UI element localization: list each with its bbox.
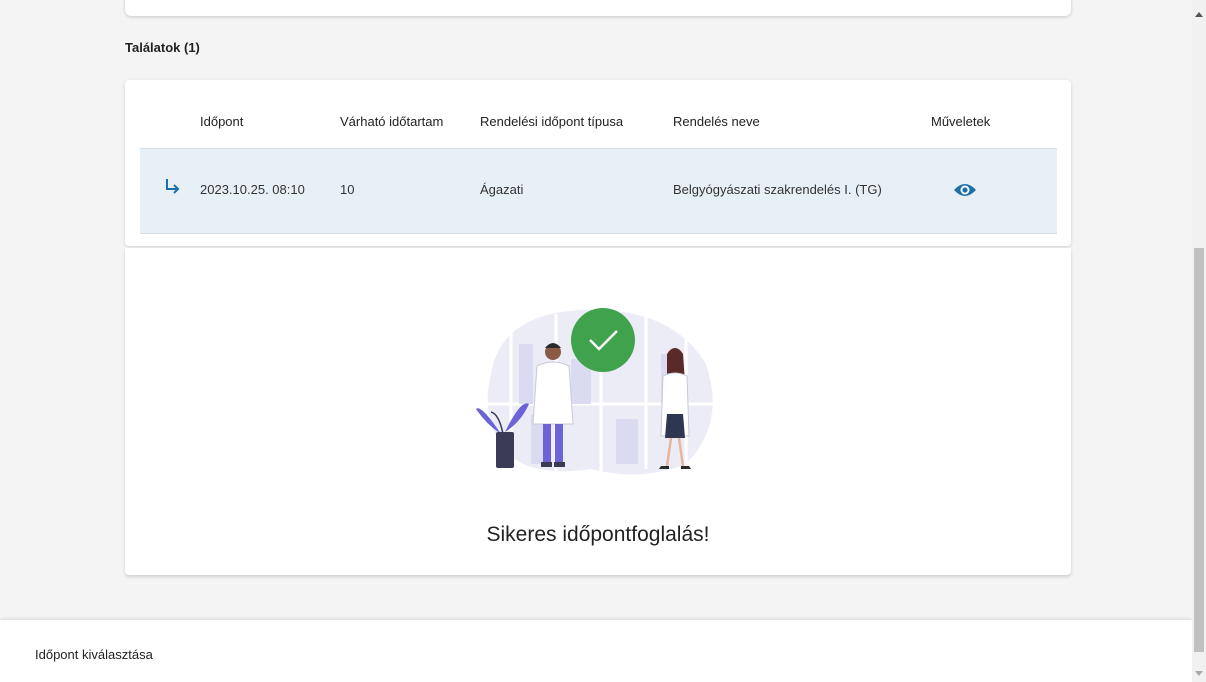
scroll-thumb[interactable]	[1194, 248, 1204, 652]
cell-type: Ágazati	[480, 182, 524, 197]
table-header: Időpont Várható időtartam Rendelési időp…	[125, 80, 1071, 148]
column-header-name: Rendelés neve	[673, 114, 760, 129]
previous-panel-card	[125, 0, 1071, 16]
column-header-duration: Várható időtartam	[340, 114, 444, 129]
results-title: Találatok (1)	[125, 40, 200, 55]
eye-icon[interactable]	[953, 181, 977, 199]
column-header-type: Rendelési időpont típusa	[480, 114, 624, 129]
step-footer: Időpont kiválasztása	[0, 620, 1192, 682]
column-header-actions: Műveletek	[931, 114, 991, 129]
success-message: Sikeres időpontfoglalás!	[486, 523, 710, 546]
vertical-scrollbar[interactable]	[1192, 0, 1206, 682]
table-row[interactable]: 2023.10.25. 08:10 10 Ágazati Belgyógyász…	[140, 148, 1057, 234]
subdirectory-arrow-icon	[166, 179, 180, 194]
scroll-up-arrow-icon[interactable]	[1195, 12, 1203, 17]
success-panel: Sikeres időpontfoglalás!	[125, 248, 1071, 575]
step-label: Időpont kiválasztása	[35, 647, 153, 662]
scroll-down-arrow-icon[interactable]	[1195, 671, 1203, 676]
doctors-illustration	[476, 308, 716, 475]
cell-duration: 10	[340, 182, 355, 197]
results-table: Időpont Várható időtartam Rendelési időp…	[125, 80, 1071, 246]
cell-name: Belgyógyászati szakrendelés I. (TG)	[673, 182, 882, 197]
cell-time: 2023.10.25. 08:10	[200, 182, 305, 197]
column-header-time: Időpont	[200, 114, 244, 129]
